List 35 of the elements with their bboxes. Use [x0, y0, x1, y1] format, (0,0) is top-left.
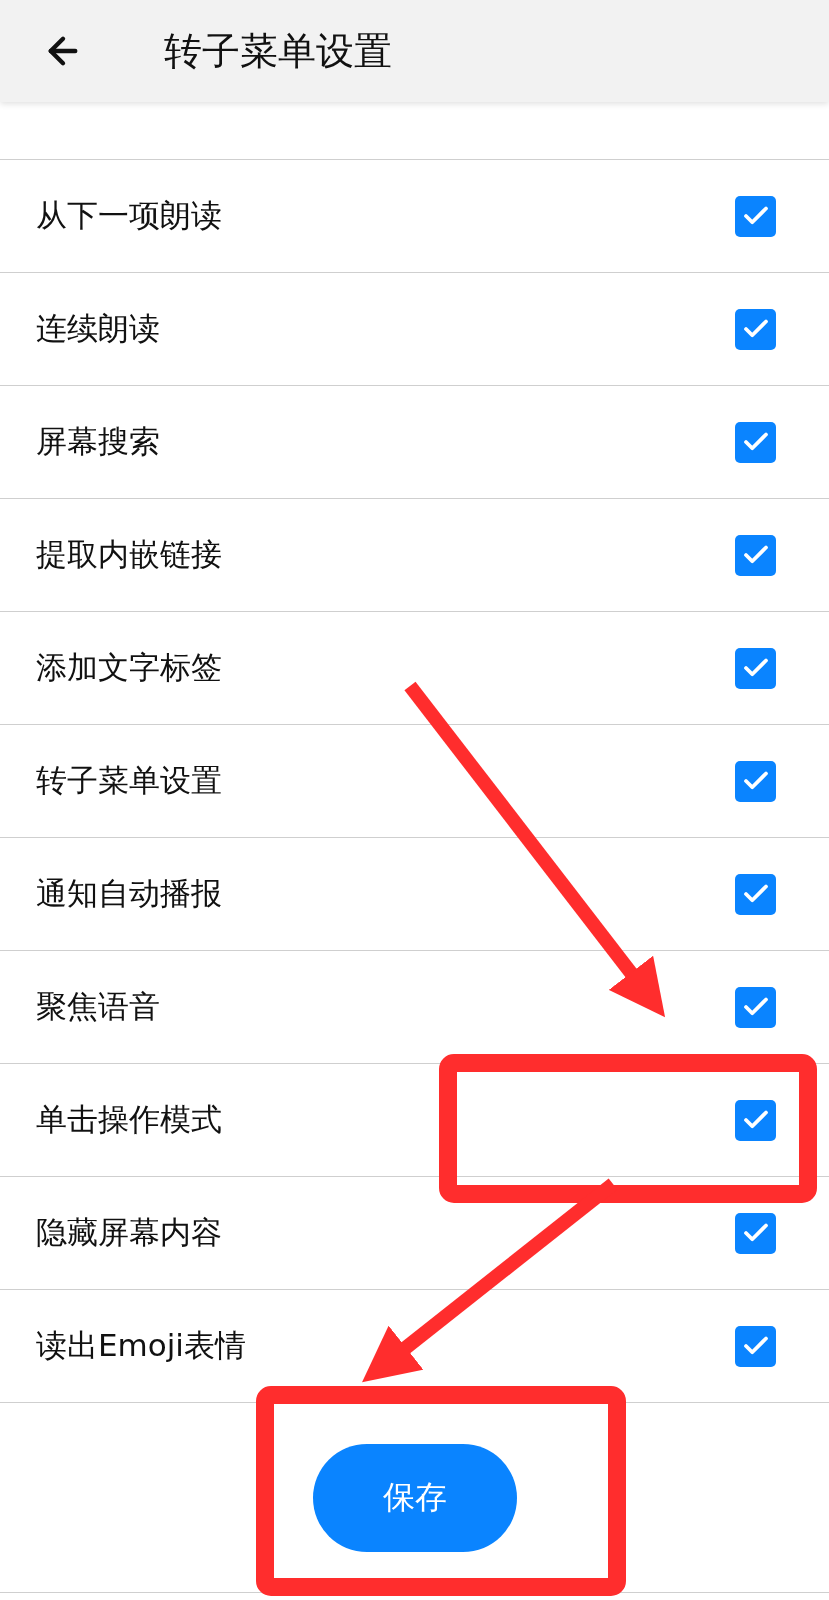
setting-row[interactable]: 屏幕搜索 [0, 386, 829, 499]
setting-row[interactable]: 连续朗读 [0, 273, 829, 386]
setting-label: 通知自动播报 [36, 874, 222, 913]
setting-label: 提取内嵌链接 [36, 535, 222, 574]
checkbox[interactable] [735, 1325, 776, 1367]
setting-row[interactable]: 单击操作模式 [0, 1064, 829, 1177]
checkbox[interactable] [735, 195, 776, 237]
setting-row[interactable]: 通知自动播报 [0, 838, 829, 951]
checkbox[interactable] [735, 421, 776, 463]
setting-label: 从下一项朗读 [36, 196, 222, 235]
checkbox[interactable] [735, 986, 776, 1028]
setting-row[interactable]: 提取内嵌链接 [0, 499, 829, 612]
setting-row[interactable]: 添加文字标签 [0, 612, 829, 725]
setting-label: 转子菜单设置 [36, 761, 222, 800]
setting-row[interactable]: 转子菜单设置 [0, 725, 829, 838]
setting-row[interactable]: 聚焦语音 [0, 951, 829, 1064]
setting-label: 屏幕搜索 [36, 422, 160, 461]
save-button[interactable]: 保存 [312, 1443, 517, 1552]
setting-row[interactable]: 隐藏屏幕内容 [0, 1177, 829, 1290]
checkbox[interactable] [735, 534, 776, 576]
setting-label: 隐藏屏幕内容 [36, 1213, 222, 1252]
setting-label: 聚焦语音 [36, 987, 160, 1026]
checkbox[interactable] [735, 1212, 776, 1254]
setting-label: 读出Emoji表情 [36, 1326, 246, 1365]
checkbox[interactable] [735, 647, 776, 689]
setting-row[interactable]: 读出Emoji表情 [0, 1290, 829, 1403]
setting-label: 添加文字标签 [36, 648, 222, 687]
checkbox[interactable] [735, 760, 776, 802]
checkbox[interactable] [735, 1099, 776, 1141]
checkbox[interactable] [735, 308, 776, 350]
setting-label: 连续朗读 [36, 309, 160, 348]
setting-label: 单击操作模式 [36, 1100, 222, 1139]
setting-row[interactable]: 从下一项朗读 [0, 160, 829, 273]
page-title: 转子菜单设置 [164, 27, 392, 75]
checkbox[interactable] [735, 873, 776, 915]
